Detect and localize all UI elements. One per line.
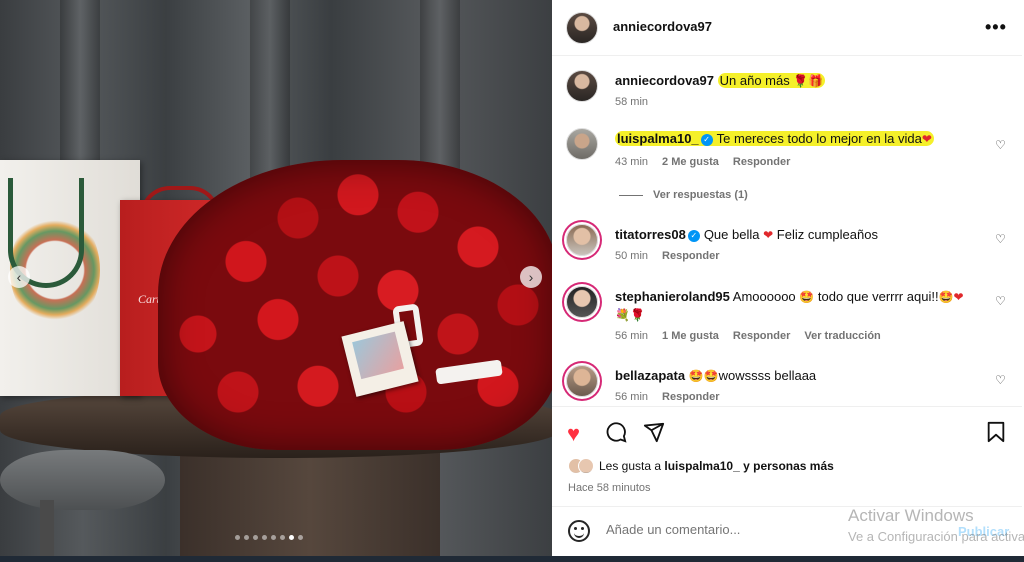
paper-plane-icon[interactable]	[643, 421, 665, 449]
author-username[interactable]: anniecordova97	[613, 19, 712, 34]
reply-button[interactable]: Responder	[733, 156, 790, 168]
more-dots-icon: •••	[985, 17, 1007, 37]
carousel-dot[interactable]	[253, 535, 258, 540]
post-photo[interactable]: Cartier ‹ ›	[0, 0, 552, 556]
liked-by-prefix: Les gusta a	[599, 459, 662, 473]
chair-leg	[40, 500, 54, 556]
comment-text: luispalma10_ ✓ Te mereces todo lo mejor en…	[615, 130, 985, 148]
avatar[interactable]	[566, 224, 598, 256]
divider-line	[619, 194, 643, 196]
avatar[interactable]	[566, 286, 598, 318]
reply-button[interactable]: Responder	[733, 330, 790, 342]
comment-body: Que bella	[703, 227, 760, 242]
flowers-emoji: 💐🌹	[615, 308, 645, 322]
like-comment-heart-icon[interactable]: ♡	[995, 232, 1006, 246]
add-comment-bar: Publicar	[552, 506, 1022, 556]
caption-emojis: 🌹🎁	[793, 74, 824, 88]
comment-username[interactable]: luispalma10_	[617, 131, 699, 146]
reply-button[interactable]: Responder	[662, 391, 719, 403]
smiley-icon[interactable]	[568, 520, 590, 542]
post-comment-button[interactable]: Publicar	[958, 524, 1009, 539]
caption-text: anniecordova97 Un año más 🌹🎁	[615, 72, 985, 90]
comment-input[interactable]	[606, 522, 936, 537]
comment-body: Feliz cumpleaños	[776, 227, 878, 242]
bookmark-icon[interactable]	[986, 421, 1006, 449]
post-time[interactable]: Hace 58 minutos	[568, 482, 651, 494]
carousel-dot[interactable]	[289, 535, 294, 540]
comment-text: titatorres08 ✓ Que bella ❤ Feliz cumpleaño…	[615, 226, 985, 244]
like-comment-heart-icon[interactable]: ♡	[995, 138, 1006, 152]
caption-username[interactable]: anniecordova97	[615, 73, 714, 88]
comment-time[interactable]: 56 min	[615, 391, 648, 403]
view-replies-button[interactable]: Ver respuestas (1)	[619, 189, 748, 201]
heart-emoji: ❤	[921, 132, 932, 146]
avatar[interactable]	[566, 70, 598, 102]
taskbar-edge	[0, 556, 1024, 562]
carousel-dot[interactable]	[262, 535, 267, 540]
liker-avatar	[578, 458, 594, 474]
chevron-right-icon: ›	[528, 269, 534, 285]
like-comment-heart-icon[interactable]: ♡	[995, 373, 1006, 387]
verified-badge-icon: ✓	[687, 229, 700, 242]
post-header: anniecordova97 •••	[552, 0, 1022, 56]
view-replies-label: Ver respuestas (1)	[653, 189, 748, 201]
see-translation-button[interactable]: Ver traducción	[804, 330, 880, 342]
likes-count[interactable]: 1 Me gusta	[662, 330, 719, 342]
carousel-dot[interactable]	[280, 535, 285, 540]
comment-body: wowssss bellaaa	[718, 368, 817, 383]
chair	[0, 450, 165, 510]
liked-by-user[interactable]: luispalma10_	[664, 459, 739, 473]
comment-meta: 43 min 2 Me gusta Responder	[615, 156, 790, 168]
caption-body: Un año más	[719, 73, 790, 88]
highlighted-text: luispalma10_ ✓ Te mereces todo lo mejor en…	[615, 131, 934, 146]
avatar[interactable]	[566, 12, 598, 44]
carousel-dots	[235, 535, 303, 540]
likes-count[interactable]: 2 Me gusta	[662, 156, 719, 168]
liked-by-text: Les gusta a luispalma10_ y personas más	[599, 459, 834, 473]
carousel-dot[interactable]	[235, 535, 240, 540]
comment-username[interactable]: titatorres08	[615, 227, 686, 242]
highlighted-text: Un año más 🌹🎁	[717, 73, 826, 88]
comment-icon[interactable]	[605, 421, 627, 449]
liked-by-others[interactable]: y personas más	[743, 459, 834, 473]
post-side-panel: anniecordova97 ••• anniecordova97 Un año…	[552, 0, 1024, 556]
emoji-group: 🤩❤	[938, 290, 964, 304]
comment-body: todo que verrrr aqui!!	[817, 289, 939, 304]
carousel-prev-button[interactable]: ‹	[8, 266, 30, 288]
carousel-dot[interactable]	[244, 535, 249, 540]
verified-badge-icon: ✓	[700, 133, 713, 146]
heart-filled-icon[interactable]: ♥	[567, 421, 580, 447]
comment-time[interactable]: 56 min	[615, 330, 648, 342]
comment-meta: 56 min 1 Me gusta Responder Ver traducci…	[615, 330, 881, 342]
comment-time[interactable]: 50 min	[615, 250, 648, 262]
comment-text: stephanieroland95 Amoooooo 🤩 todo que ve…	[615, 288, 985, 324]
comment-meta: 56 min Responder	[615, 391, 720, 403]
comment-meta: 50 min Responder	[615, 250, 720, 262]
liked-by: Les gusta a luispalma10_ y personas más	[568, 458, 834, 474]
avatar[interactable]	[566, 128, 598, 160]
chevron-left-icon: ‹	[16, 269, 22, 285]
comment-time[interactable]: 58 min	[615, 96, 648, 108]
comment-meta: 58 min	[615, 96, 648, 108]
reply-button[interactable]: Responder	[662, 250, 719, 262]
comment-time[interactable]: 43 min	[615, 156, 648, 168]
post-actions: ♥ Les gusta a luispalma10_ y personas má…	[552, 406, 1022, 506]
star-eyes-emoji: 🤩	[799, 290, 815, 304]
carousel-dot[interactable]	[298, 535, 303, 540]
comment-text: bellazapata 🤩🤩wowssss bellaaa	[615, 367, 985, 385]
carousel-next-button[interactable]: ›	[520, 266, 542, 288]
more-options-button[interactable]: •••	[985, 17, 1007, 38]
comment-body: Amoooooo	[732, 289, 796, 304]
comments-list[interactable]: anniecordova97 Un año más 🌹🎁 58 min luis…	[552, 56, 1022, 406]
star-eyes-emoji: 🤩🤩	[688, 369, 719, 383]
carousel-dot[interactable]	[271, 535, 276, 540]
avatar[interactable]	[566, 365, 598, 397]
comment-username[interactable]: stephanieroland95	[615, 289, 730, 304]
like-comment-heart-icon[interactable]: ♡	[995, 294, 1006, 308]
comment-username[interactable]: bellazapata	[615, 368, 685, 383]
heart-emoji: ❤	[763, 228, 774, 242]
comment-body: Te mereces todo lo mejor en la vida	[716, 131, 922, 146]
rose-bouquet	[158, 160, 552, 450]
